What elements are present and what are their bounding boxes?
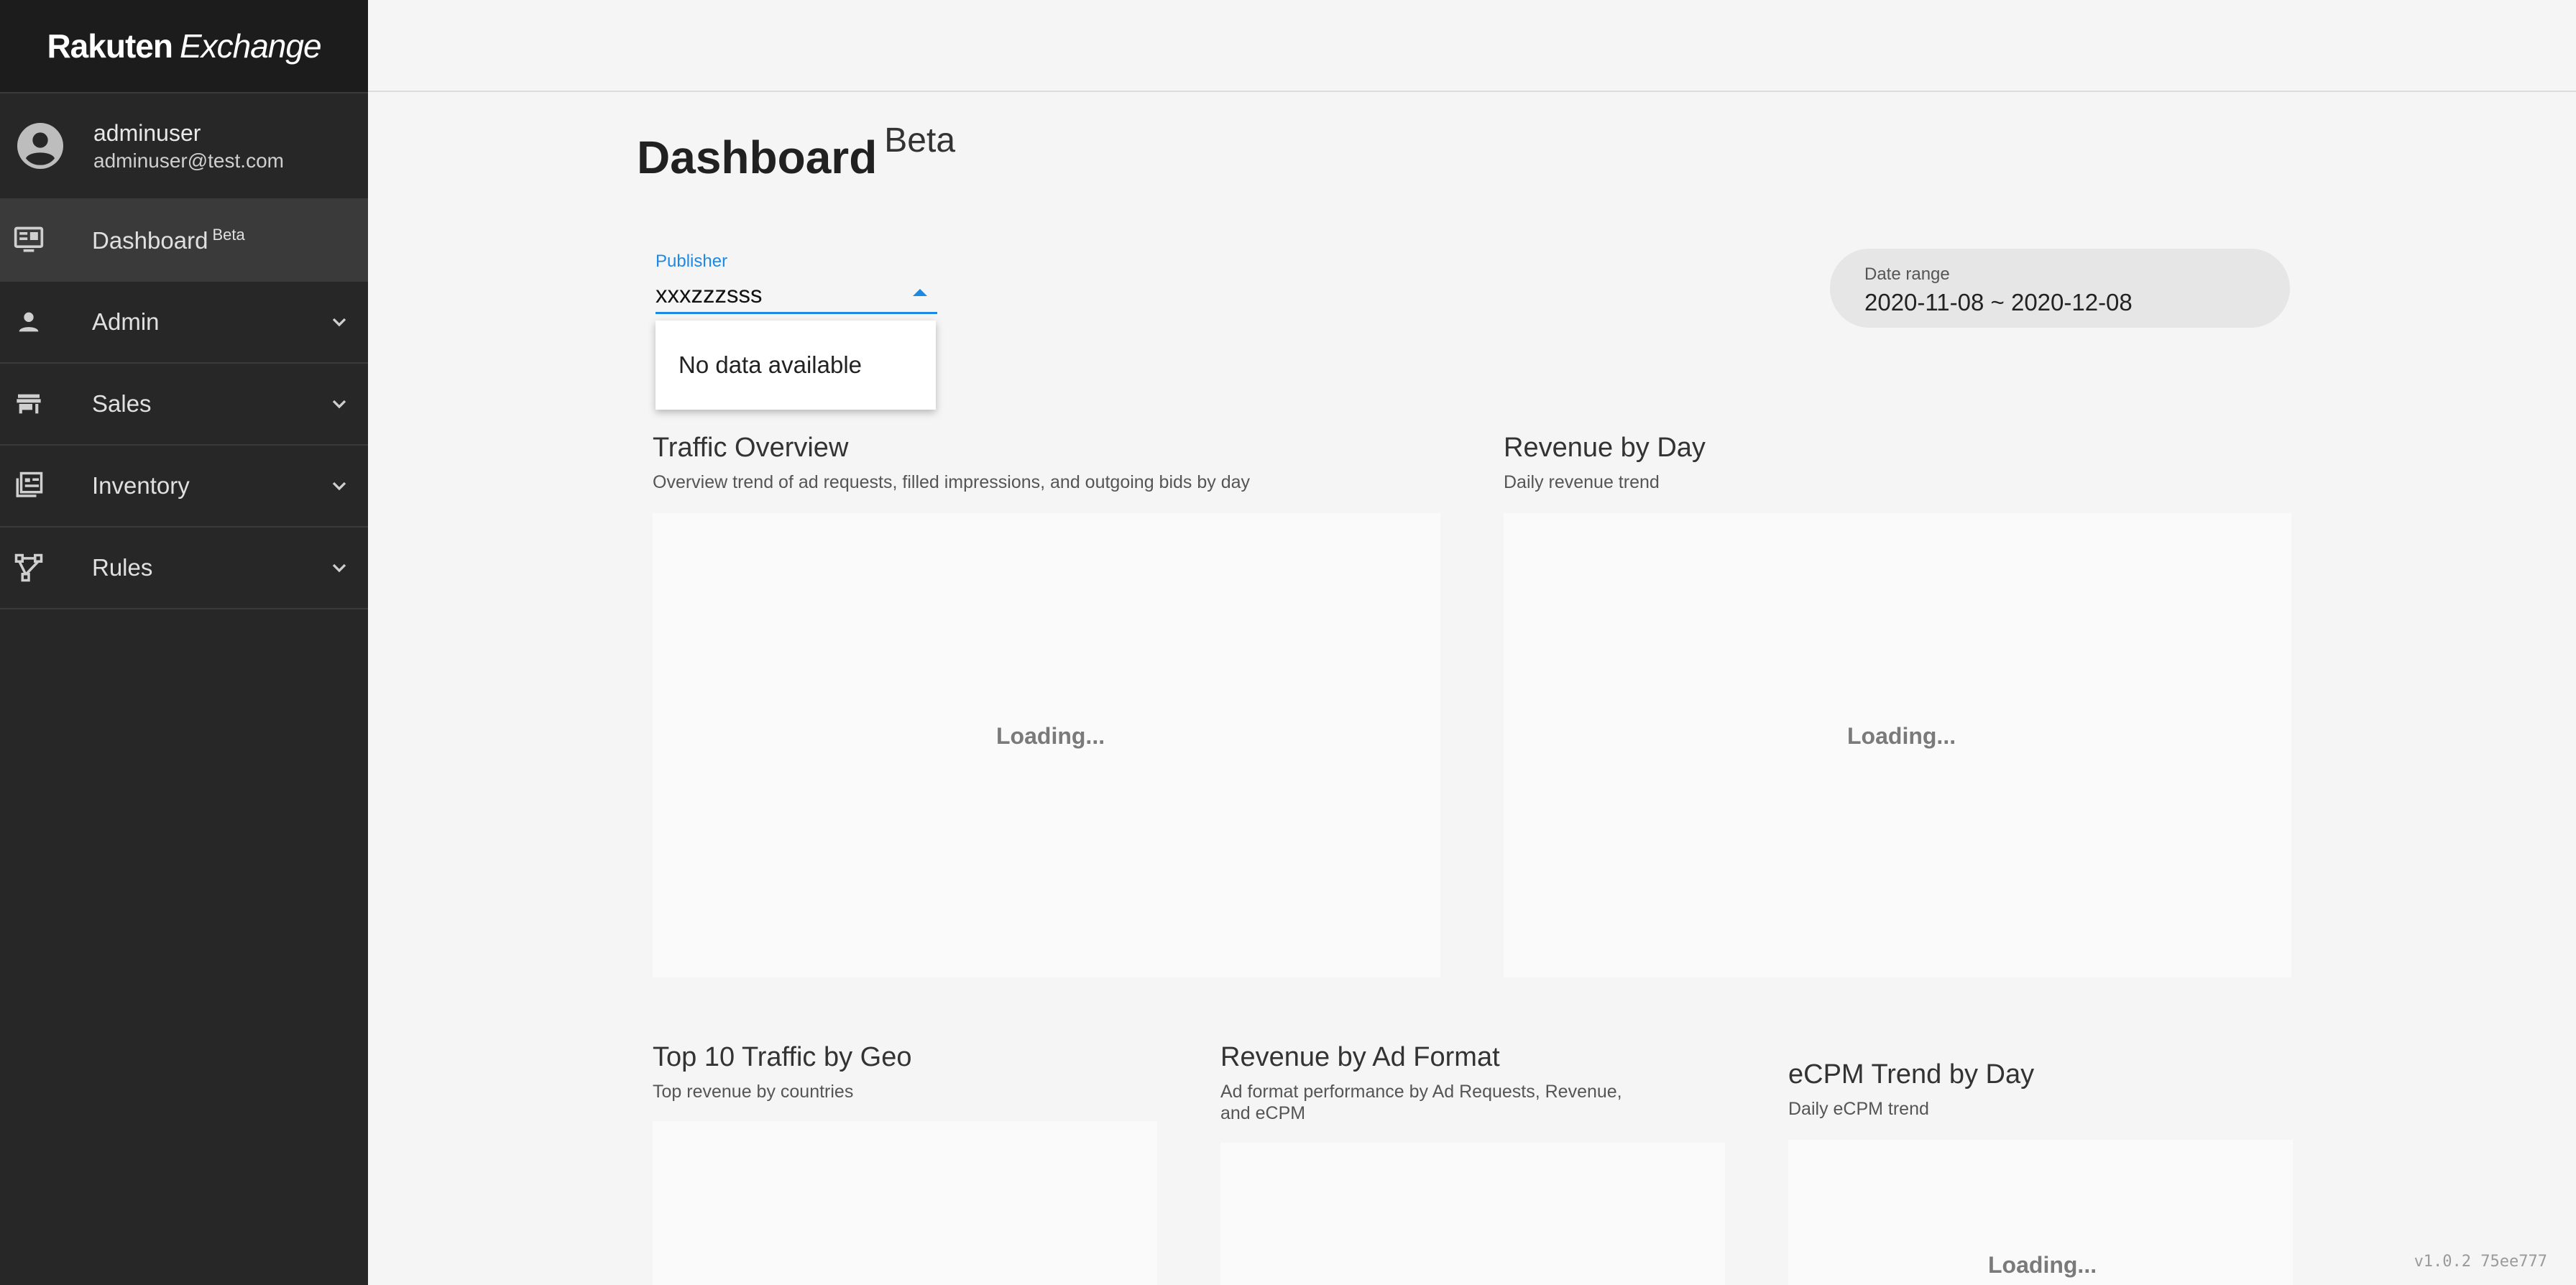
publisher-autocomplete[interactable]: Publisher [656,252,937,314]
caret-up-icon[interactable] [913,289,927,296]
ecpm-trend-subtitle: Daily eCPM trend [1788,1099,1929,1119]
page-title-text: Dashboard [637,132,878,183]
branch-icon [13,552,45,584]
publisher-dropdown: No data available [656,321,936,410]
brand-text: Rakuten Exchange [47,27,321,65]
publisher-input[interactable] [656,281,871,308]
no-data-message: No data available [678,351,862,378]
top-geo-chart [653,1121,1157,1285]
top-geo-title: Top 10 Traffic by Geo [653,1042,912,1072]
traffic-overview-chart: Loading... [653,513,1440,977]
main-content: DashboardBeta Publisher No data availabl… [368,92,2576,1285]
revenue-by-day-subtitle: Daily revenue trend [1504,472,1660,492]
top-app-bar [368,0,2576,92]
brand-logo[interactable]: Rakuten Exchange [0,0,368,93]
ecpm-trend-title: eCPM Trend by Day [1788,1059,2035,1090]
chevron-down-icon [332,400,346,409]
ad-format-subtitle-line1: Ad format performance by Ad Requests, Re… [1220,1082,1622,1102]
page-beta-badge: Beta [884,121,956,160]
brand-part1: Rakuten [47,27,172,65]
list-icon [13,470,45,502]
ad-format-title: Revenue by Ad Format [1220,1042,1500,1072]
sidebar-item-label: Sales [92,390,152,417]
top-geo-subtitle: Top revenue by countries [653,1082,854,1102]
date-range-picker[interactable]: Date range 2020-11-08 ~ 2020-12-08 [1830,249,2290,328]
chevron-down-icon [332,563,346,573]
brand-part2: Exchange [179,27,322,65]
sidebar-item-dashboard[interactable]: Dashboard Beta [0,200,368,282]
sidebar-item-label: Inventory [92,472,190,499]
account-circle-icon [17,123,63,169]
store-icon [13,388,45,420]
sidebar-item-sales[interactable]: Sales [0,364,368,446]
beta-badge: Beta [212,226,245,244]
traffic-overview-subtitle: Overview trend of ad requests, filled im… [653,472,1251,492]
sidebar-item-admin[interactable]: Admin [0,282,368,364]
loading-text: Loading... [1847,723,1956,749]
revenue-by-day-title: Revenue by Day [1504,433,1706,463]
user-email: adminuser@test.com [93,149,284,172]
page-title: Dashboard Beta [637,121,955,184]
sidebar-item-label: Admin [92,308,160,335]
ecpm-trend-chart: Loading... [1788,1140,2293,1285]
version-label: v1.0.2 75ee777 [2414,1253,2547,1271]
date-range-label: Date range [1864,264,1950,284]
sidebar-item-label: Rules [92,554,153,581]
date-range-value: 2020-11-08 ~ 2020-12-08 [1864,289,2133,316]
sidebar-item-inventory[interactable]: Inventory [0,446,368,528]
publisher-label: Publisher [656,252,728,271]
ad-format-chart [1220,1143,1725,1285]
loading-text: Loading... [1988,1252,2097,1278]
chevron-down-icon [332,318,346,327]
sidebar-item-rules[interactable]: Rules [0,528,368,609]
sidebar: Rakuten Exchange adminuser adminuser@test… [0,0,368,1285]
traffic-overview-title: Traffic Overview [653,433,849,463]
sidebar-item-label: Dashboard Beta [92,226,245,254]
ad-format-subtitle-line2: and eCPM [1220,1103,1306,1123]
dashboard-label: Dashboard [92,227,208,254]
chevron-down-icon [332,482,346,491]
loading-text: Loading... [996,723,1105,749]
publisher-field[interactable] [656,277,937,314]
user-profile: adminuser adminuser@test.com [0,93,368,200]
revenue-by-day-chart: Loading... [1504,513,2291,977]
user-name: adminuser [93,119,201,146]
person-icon [13,306,45,338]
monitor-icon [13,224,45,256]
